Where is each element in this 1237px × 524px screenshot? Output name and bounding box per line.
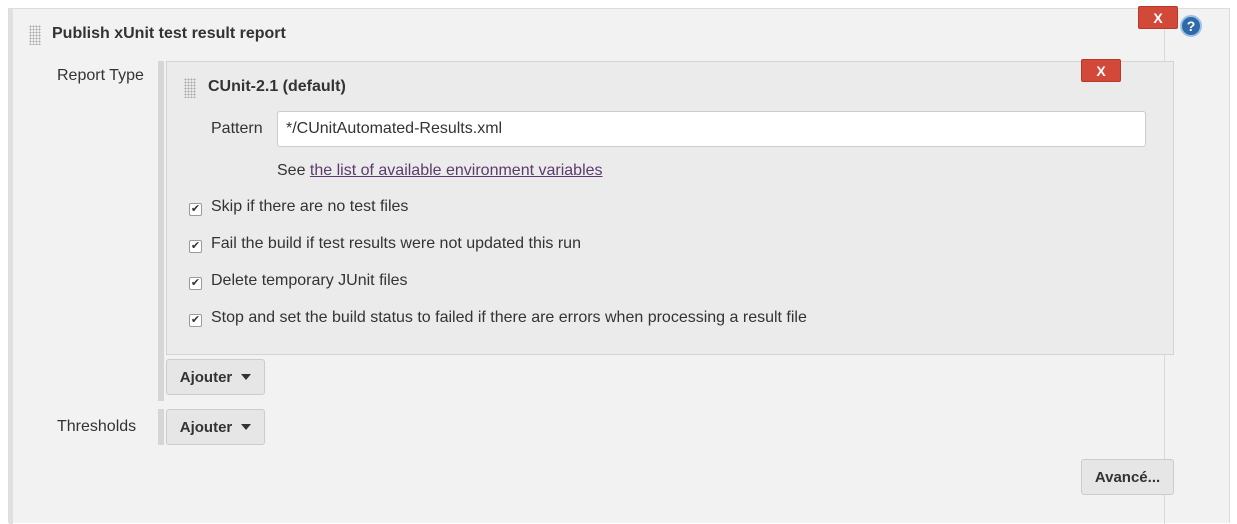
- option-label: Stop and set the build status to failed …: [211, 309, 807, 326]
- cunit-tool-panel: CUnit-2.1 (default) X Pattern See the li…: [166, 59, 1174, 355]
- publish-xunit-section: Publish xUnit test result report X Repor…: [8, 6, 1230, 524]
- tool-drag-handle-icon[interactable]: [184, 78, 196, 98]
- drag-handle-icon[interactable]: [29, 25, 41, 45]
- checkbox-delete-temp-junit[interactable]: ✔: [189, 276, 202, 290]
- section-stripe: [9, 9, 13, 524]
- checkbox-stop-on-errors[interactable]: ✔: [189, 313, 202, 327]
- option-fail-not-updated[interactable]: ✔ Fail the build if test results were no…: [189, 233, 581, 255]
- add-threshold-button[interactable]: Ajouter: [166, 409, 265, 445]
- delete-section-button[interactable]: X: [1138, 6, 1178, 29]
- option-label: Delete temporary JUnit files: [211, 272, 408, 289]
- env-variables-link[interactable]: the list of available environment variab…: [310, 162, 603, 179]
- report-type-bar: [158, 61, 164, 401]
- option-label: Skip if there are no test files: [211, 198, 409, 215]
- option-skip-no-files[interactable]: ✔ Skip if there are no test files: [189, 196, 408, 218]
- checkbox-fail-not-updated[interactable]: ✔: [189, 239, 202, 253]
- tool-title: CUnit-2.1 (default): [208, 78, 346, 95]
- section-title: Publish xUnit test result report: [52, 25, 286, 42]
- env-hint: See the list of available environment va…: [277, 162, 603, 180]
- help-icon[interactable]: ?: [1180, 15, 1202, 37]
- report-type-label: Report Type: [57, 67, 144, 84]
- thresholds-bar: [158, 409, 164, 445]
- pattern-label: Pattern: [211, 120, 263, 137]
- delete-tool-button[interactable]: X: [1081, 59, 1121, 82]
- option-label: Fail the build if test results were not …: [211, 235, 581, 252]
- pattern-input[interactable]: [277, 111, 1146, 147]
- add-threshold-label: Ajouter: [179, 418, 233, 436]
- checkbox-skip-no-files[interactable]: ✔: [189, 202, 202, 216]
- option-stop-on-errors[interactable]: ✔ Stop and set the build status to faile…: [189, 307, 807, 329]
- add-report-type-label: Ajouter: [179, 368, 233, 386]
- option-delete-temp-junit[interactable]: ✔ Delete temporary JUnit files: [189, 270, 408, 292]
- thresholds-label: Thresholds: [57, 418, 137, 435]
- env-hint-prefix: See: [277, 162, 306, 179]
- caret-down-icon: [241, 374, 252, 380]
- advanced-button[interactable]: Avancé...: [1081, 459, 1174, 495]
- caret-down-icon: [241, 424, 252, 430]
- add-report-type-button[interactable]: Ajouter: [166, 359, 265, 395]
